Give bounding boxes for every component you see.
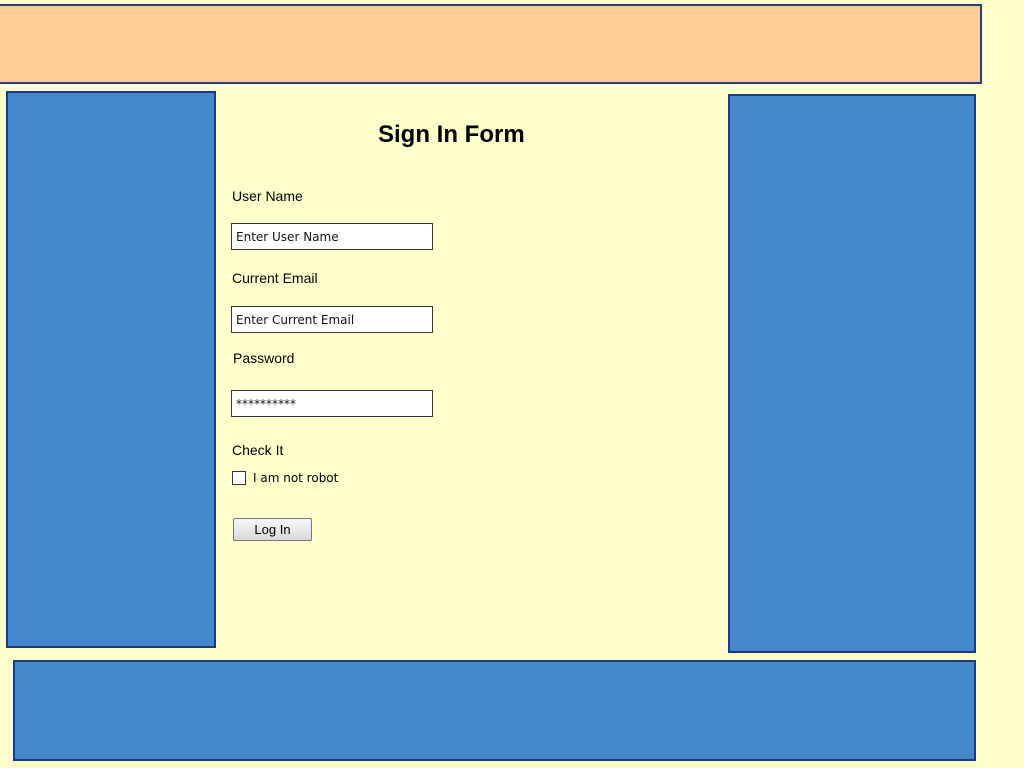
footer-bar (13, 660, 976, 761)
right-sidebar (728, 94, 976, 653)
header-bar (0, 4, 982, 84)
email-input[interactable] (231, 306, 433, 333)
username-label: User Name (232, 188, 303, 204)
robot-checkbox-label[interactable]: I am not robot (253, 471, 338, 485)
robot-checkbox[interactable] (232, 471, 246, 485)
password-input[interactable] (231, 390, 433, 417)
password-label: Password (233, 350, 295, 366)
form-title: Sign In Form (378, 121, 525, 148)
email-label: Current Email (232, 270, 318, 286)
check-it-label: Check It (232, 442, 284, 458)
login-button[interactable]: Log In (233, 518, 312, 541)
username-input[interactable] (231, 223, 433, 250)
left-sidebar (6, 91, 216, 648)
